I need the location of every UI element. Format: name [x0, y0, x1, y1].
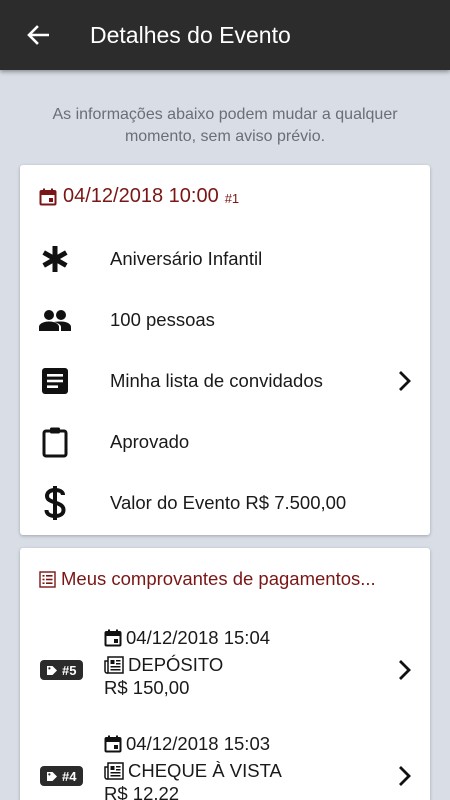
receipt-datetime: 04/12/2018 15:03: [126, 733, 271, 754]
payments-title: Meus comprovantes de pagamentos...: [61, 568, 376, 589]
clipboard-icon: [38, 425, 72, 459]
receipt-amount: R$ 150,00: [104, 677, 190, 698]
event-status: Aprovado: [110, 431, 190, 452]
app-bar: Detalhes do Evento: [0, 0, 450, 70]
event-date-header: 04/12/2018 10:00 #1: [39, 185, 239, 208]
event-type-row: Aniversário Infantil: [20, 237, 430, 281]
chevron-right-icon: [399, 766, 411, 786]
receipt-amount-line: R$ 150,00: [104, 677, 189, 699]
payments-header: Meus comprovantes de pagamentos...: [39, 568, 376, 590]
receipt-amount: R$ 12,22: [104, 783, 180, 800]
event-date: 04/12/2018 10:00: [63, 185, 219, 207]
calendar-icon: [39, 188, 57, 205]
receipt-number: #4: [62, 768, 77, 784]
notice-text: As informações abaixo podem mudar a qual…: [52, 106, 398, 145]
page-title: Detalhes do Evento: [90, 22, 291, 48]
event-number: #1: [224, 191, 240, 206]
guest-list-label: Minha lista de convidados: [110, 370, 323, 391]
newspaper-icon: [104, 762, 124, 780]
status-row: Aprovado: [20, 420, 430, 464]
chevron-right-icon: [399, 660, 411, 680]
newspaper-icon: [104, 656, 124, 674]
receipt-amount-line: R$ 12,22: [104, 783, 179, 800]
receipt-number-badge: #5: [40, 660, 84, 680]
event-value-row: Valor do Evento R$ 7.500,00: [20, 481, 430, 525]
receipt-datetime-line: 04/12/2018 15:03: [104, 733, 270, 755]
chevron-right-icon: [399, 371, 411, 391]
tag-icon: [47, 665, 57, 675]
receipt-number-badge: #4: [40, 766, 84, 786]
list-document-icon: [38, 364, 72, 398]
event-value: Valor do Evento R$ 7.500,00: [110, 492, 347, 513]
guest-list-row[interactable]: Minha lista de convidados: [20, 359, 430, 403]
receipt-method: CHEQUE À VISTA: [128, 760, 282, 781]
receipt-method-line: CHEQUE À VISTA: [104, 760, 282, 782]
guests-row: 100 pessoas: [20, 298, 430, 342]
receipt-datetime: 04/12/2018 15:04: [126, 627, 271, 648]
receipt-list-icon: [39, 570, 56, 588]
tag-icon: [47, 771, 57, 781]
receipt-method-line: DEPÓSITO: [104, 654, 223, 676]
asterisk-icon: [38, 242, 72, 276]
receipt-datetime-line: 04/12/2018 15:04: [104, 627, 270, 649]
receipt-item[interactable]: #4 04/12/2018 15:03 CHEQUE À VISTA R$ 12…: [20, 733, 430, 800]
back-button[interactable]: [22, 21, 54, 49]
calendar-icon: [104, 735, 122, 753]
people-icon: [38, 303, 72, 337]
payments-card: Meus comprovantes de pagamentos... #5 04…: [20, 548, 430, 800]
dollar-icon: [38, 486, 72, 520]
arrow-back-icon: [27, 25, 49, 45]
receipt-item[interactable]: #5 04/12/2018 15:04 DEPÓSITO R$ 150,00: [20, 627, 430, 713]
calendar-icon: [104, 629, 122, 647]
receipt-method: DEPÓSITO: [128, 654, 224, 675]
receipt-number: #5: [62, 662, 77, 678]
guest-count: 100 pessoas: [110, 309, 215, 330]
event-type: Aniversário Infantil: [110, 248, 263, 269]
event-card: 04/12/2018 10:00 #1 Aniversário Infantil: [20, 165, 430, 535]
